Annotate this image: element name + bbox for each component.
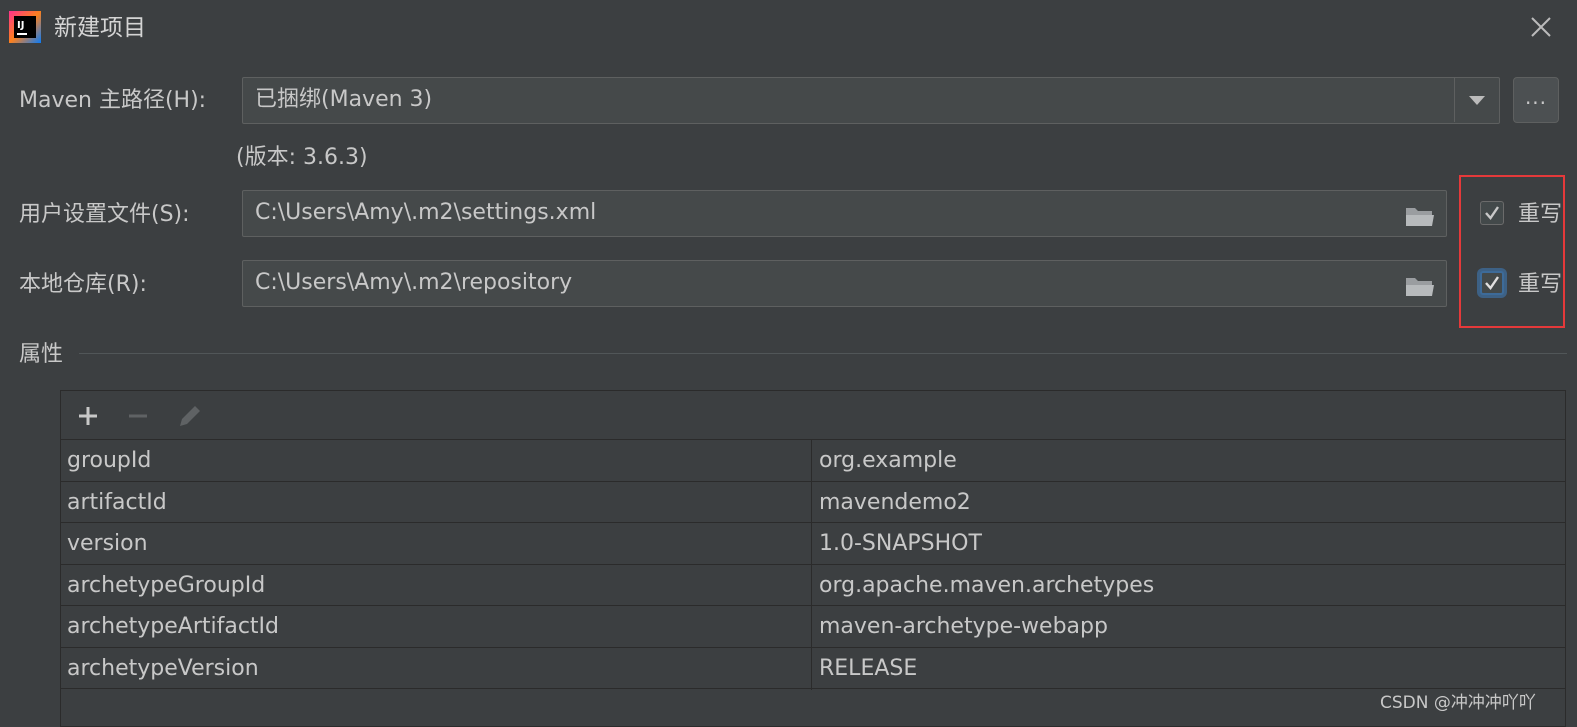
window-title: 新建项目 [54,15,146,41]
highlight-box [1459,175,1565,328]
edit-pencil-icon[interactable] [175,401,205,431]
add-icon[interactable] [73,401,103,431]
table-row[interactable]: artifactId mavendemo2 [61,482,1565,523]
property-value[interactable]: maven-archetype-webapp [819,606,1108,647]
maven-version-note: (版本: 3.6.3) [236,145,368,170]
properties-section-title: 属性 [19,342,64,367]
svg-text:IJ: IJ [17,20,24,31]
properties-toolbar [61,391,1565,440]
local-repo-label: 本地仓库(R): [19,272,147,297]
user-settings-field[interactable]: C:\Users\Amy\.m2\settings.xml [242,190,1447,237]
maven-home-label: Maven 主路径(H): [19,88,207,113]
property-value[interactable]: mavendemo2 [819,482,971,523]
maven-home-value: 已捆绑(Maven 3) [255,87,433,112]
property-key: archetypeVersion [67,655,259,681]
close-icon[interactable] [1526,12,1556,42]
local-repo-value: C:\Users\Amy\.m2\repository [255,270,573,295]
property-key: archetypeArtifactId [67,614,279,639]
folder-icon[interactable] [1404,271,1436,296]
table-row[interactable]: archetypeArtifactId maven-archetype-weba… [61,606,1565,648]
property-key: version [67,531,148,556]
property-value[interactable]: org.apache.maven.archetypes [819,565,1154,606]
local-repo-field[interactable]: C:\Users\Amy\.m2\repository [242,260,1447,307]
property-value[interactable]: RELEASE [819,648,917,689]
table-row[interactable]: archetypeVersion RELEASE [61,648,1565,689]
watermark: CSDN @冲冲冲吖吖 [1380,693,1536,713]
properties-table: groupId org.example artifactId mavendemo… [60,390,1566,727]
maven-home-combobox[interactable]: 已捆绑(Maven 3) [242,77,1500,124]
intellij-logo-icon: IJ [9,11,41,43]
property-key: groupId [67,448,152,473]
property-value[interactable]: org.example [819,440,957,481]
chevron-down-icon[interactable] [1454,78,1499,122]
user-settings-value: C:\Users\Amy\.m2\settings.xml [255,200,597,225]
maven-home-browse-button[interactable]: ... [1513,77,1559,123]
property-value[interactable]: 1.0-SNAPSHOT [819,523,982,564]
table-row[interactable]: archetypeGroupId org.apache.maven.archet… [61,565,1565,606]
folder-icon[interactable] [1404,201,1436,226]
table-row[interactable]: groupId org.example [61,440,1565,482]
user-settings-label: 用户设置文件(S): [19,202,190,227]
property-key: artifactId [67,489,167,515]
properties-grid: groupId org.example artifactId mavendemo… [61,440,1565,689]
remove-icon[interactable] [123,401,153,431]
property-key: archetypeGroupId [67,572,266,598]
table-row[interactable]: version 1.0-SNAPSHOT [61,523,1565,565]
section-divider [79,353,1567,354]
